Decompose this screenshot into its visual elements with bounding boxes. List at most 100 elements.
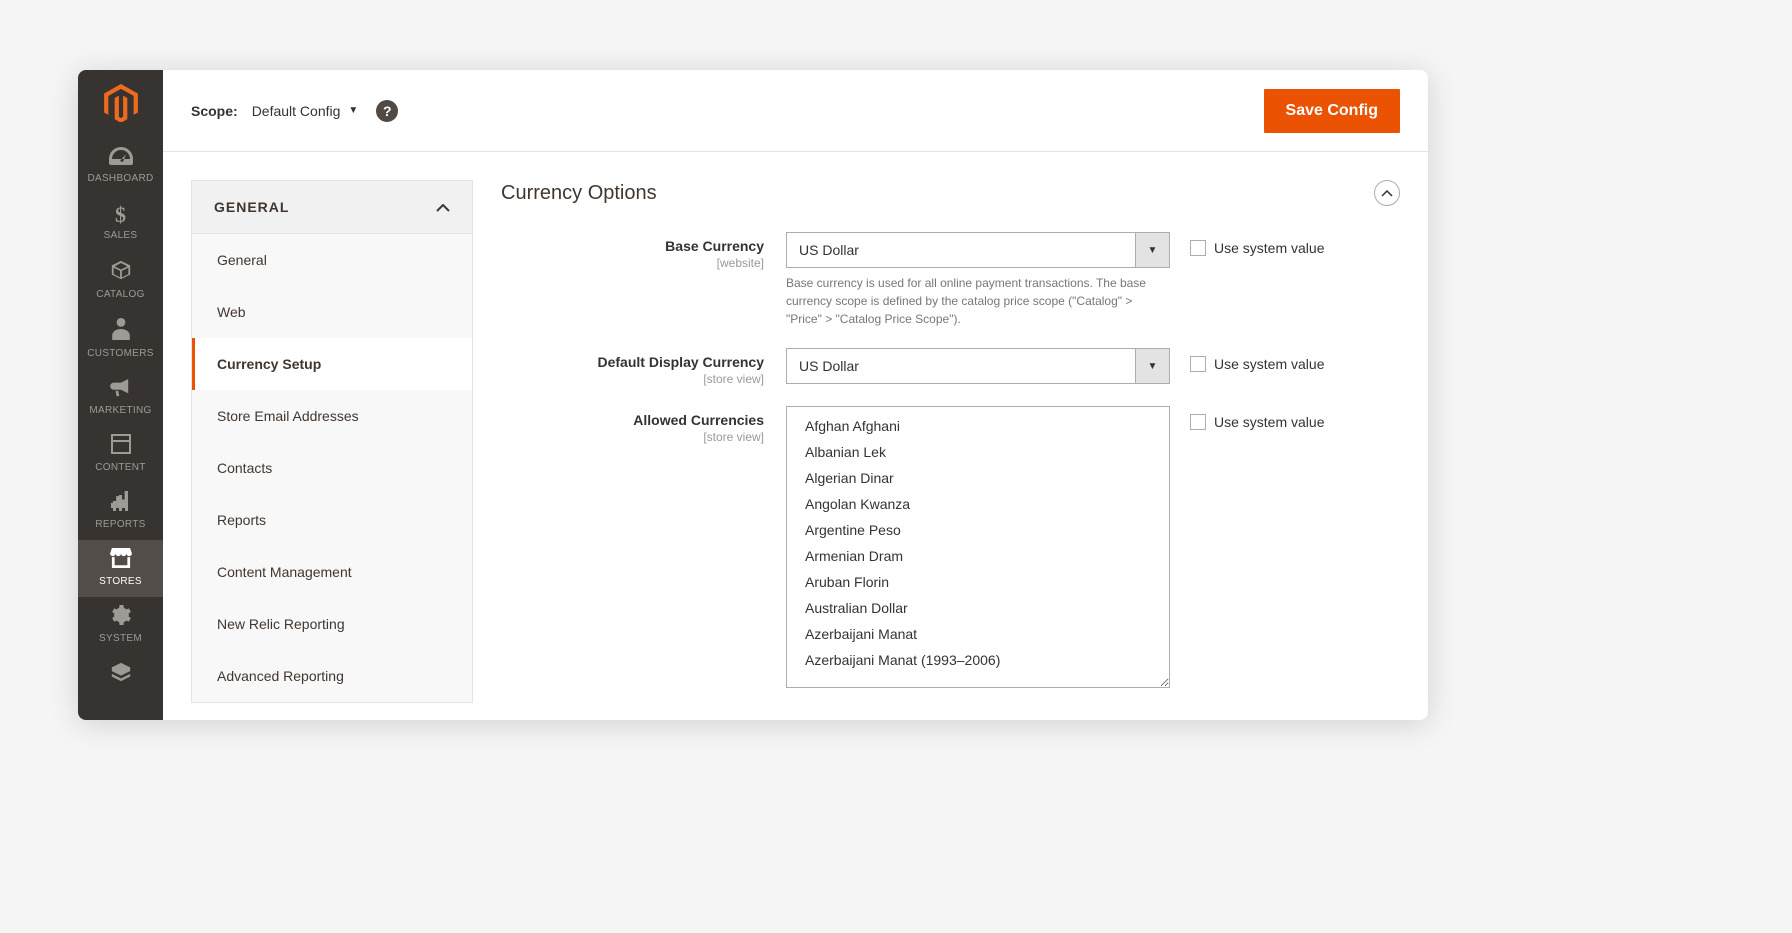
use-system-value-allowed: Use system value bbox=[1190, 406, 1324, 430]
nav-sales[interactable]: $ SALES bbox=[78, 194, 163, 251]
topbar: Scope: Default Config ▼ ? Save Config bbox=[163, 70, 1428, 152]
config-nav: GENERAL GeneralWebCurrency SetupStore Em… bbox=[191, 180, 473, 720]
field-input-col: Afghan AfghaniAlbanian LekAlgerian Dinar… bbox=[786, 406, 1170, 688]
gear-icon bbox=[111, 605, 131, 631]
multiselect-option[interactable]: Azerbaijani Manat (1993–2006) bbox=[787, 647, 1169, 673]
nav-partners[interactable] bbox=[78, 654, 163, 700]
config-item[interactable]: General bbox=[192, 234, 472, 286]
cube-icon bbox=[110, 259, 132, 287]
panel-title: Currency Options bbox=[501, 182, 657, 205]
field-scope: [website] bbox=[501, 256, 764, 270]
checkbox-label: Use system value bbox=[1214, 414, 1324, 430]
dollar-icon: $ bbox=[115, 202, 126, 228]
checkbox[interactable] bbox=[1190, 240, 1206, 256]
config-panel: Currency Options Base Currency [website]… bbox=[501, 180, 1400, 720]
multiselect-option[interactable]: Afghan Afghani bbox=[787, 413, 1169, 439]
base-currency-select[interactable]: US Dollar ▼ bbox=[786, 232, 1170, 268]
collapse-button[interactable] bbox=[1374, 180, 1400, 206]
nav-customers[interactable]: CUSTOMERS bbox=[78, 310, 163, 369]
nav-label: CUSTOMERS bbox=[87, 348, 153, 359]
field-label-col: Base Currency [website] bbox=[501, 232, 786, 270]
config-item[interactable]: Contacts bbox=[192, 442, 472, 494]
field-label-col: Allowed Currencies [store view] bbox=[501, 406, 786, 444]
field-base-currency: Base Currency [website] US Dollar ▼ Base… bbox=[501, 232, 1400, 328]
field-input-col: US Dollar ▼ bbox=[786, 348, 1170, 384]
dashboard-icon bbox=[109, 145, 133, 171]
nav-label: DASHBOARD bbox=[87, 173, 153, 184]
help-icon[interactable]: ? bbox=[376, 100, 398, 122]
nav-label: MARKETING bbox=[89, 405, 151, 416]
field-label: Base Currency bbox=[665, 238, 764, 254]
main-area: Scope: Default Config ▼ ? Save Config GE… bbox=[163, 70, 1428, 720]
config-item[interactable]: New Relic Reporting bbox=[192, 598, 472, 650]
select-value: US Dollar bbox=[787, 349, 1135, 383]
nav-label: SYSTEM bbox=[99, 633, 142, 644]
chevron-up-icon bbox=[1381, 190, 1393, 197]
megaphone-icon bbox=[110, 377, 132, 403]
field-label: Default Display Currency bbox=[598, 354, 765, 370]
field-allowed-currencies: Allowed Currencies [store view] Afghan A… bbox=[501, 406, 1400, 688]
checkbox-label: Use system value bbox=[1214, 240, 1324, 256]
scope-dropdown[interactable]: Default Config ▼ bbox=[252, 103, 359, 119]
field-scope: [store view] bbox=[501, 430, 764, 444]
checkbox-label: Use system value bbox=[1214, 356, 1324, 372]
config-item[interactable]: Currency Setup bbox=[192, 338, 472, 390]
config-item[interactable]: Reports bbox=[192, 494, 472, 546]
nav-label: SALES bbox=[104, 230, 138, 241]
multiselect-option[interactable]: Azerbaijani Manat bbox=[787, 621, 1169, 647]
panel-header: Currency Options bbox=[501, 180, 1400, 206]
magento-logo[interactable] bbox=[102, 70, 140, 137]
checkbox[interactable] bbox=[1190, 356, 1206, 372]
main-nav: DASHBOARD $ SALES CATALOG CUSTOMERS MARK… bbox=[78, 70, 163, 720]
multiselect-option[interactable]: Algerian Dinar bbox=[787, 465, 1169, 491]
caret-down-icon: ▼ bbox=[348, 105, 358, 116]
nav-reports[interactable]: REPORTS bbox=[78, 483, 163, 540]
multiselect-option[interactable]: Australian Dollar bbox=[787, 595, 1169, 621]
config-items: GeneralWebCurrency SetupStore Email Addr… bbox=[191, 234, 473, 703]
nav-marketing[interactable]: MARKETING bbox=[78, 369, 163, 426]
nav-label: CONTENT bbox=[95, 462, 145, 473]
nav-label: CATALOG bbox=[96, 289, 144, 300]
partners-icon bbox=[110, 662, 132, 688]
select-value: US Dollar bbox=[787, 233, 1135, 267]
layout-icon bbox=[111, 434, 131, 460]
config-item[interactable]: Store Email Addresses bbox=[192, 390, 472, 442]
caret-down-icon: ▼ bbox=[1135, 233, 1169, 267]
default-display-currency-select[interactable]: US Dollar ▼ bbox=[786, 348, 1170, 384]
field-default-display-currency: Default Display Currency [store view] US… bbox=[501, 348, 1400, 386]
multiselect-option[interactable]: Armenian Dram bbox=[787, 543, 1169, 569]
field-label: Allowed Currencies bbox=[633, 412, 764, 428]
multiselect-option[interactable]: Angolan Kwanza bbox=[787, 491, 1169, 517]
nav-label: REPORTS bbox=[95, 519, 145, 530]
multiselect-option[interactable]: Argentine Peso bbox=[787, 517, 1169, 543]
nav-label: STORES bbox=[99, 576, 142, 587]
field-label-col: Default Display Currency [store view] bbox=[501, 348, 786, 386]
caret-down-icon: ▼ bbox=[1135, 349, 1169, 383]
config-item[interactable]: Web bbox=[192, 286, 472, 338]
multiselect-option[interactable]: Albanian Lek bbox=[787, 439, 1169, 465]
nav-content[interactable]: CONTENT bbox=[78, 426, 163, 483]
nav-catalog[interactable]: CATALOG bbox=[78, 251, 163, 310]
admin-window: DASHBOARD $ SALES CATALOG CUSTOMERS MARK… bbox=[78, 70, 1428, 720]
store-icon bbox=[110, 548, 132, 574]
bar-chart-icon bbox=[111, 491, 131, 517]
config-item[interactable]: Content Management bbox=[192, 546, 472, 598]
checkbox[interactable] bbox=[1190, 414, 1206, 430]
nav-dashboard[interactable]: DASHBOARD bbox=[78, 137, 163, 194]
multiselect-option[interactable]: Aruban Florin bbox=[787, 569, 1169, 595]
field-scope: [store view] bbox=[501, 372, 764, 386]
allowed-currencies-multiselect[interactable]: Afghan AfghaniAlbanian LekAlgerian Dinar… bbox=[786, 406, 1170, 688]
use-system-value-display: Use system value bbox=[1190, 348, 1324, 372]
config-group-general[interactable]: GENERAL bbox=[191, 180, 473, 234]
config-group-label: GENERAL bbox=[214, 199, 289, 215]
content-row: GENERAL GeneralWebCurrency SetupStore Em… bbox=[163, 152, 1428, 720]
nav-stores[interactable]: STORES bbox=[78, 540, 163, 597]
save-config-button[interactable]: Save Config bbox=[1264, 89, 1400, 133]
person-icon bbox=[112, 318, 130, 346]
chevron-up-icon bbox=[436, 199, 450, 215]
scope-value: Default Config bbox=[252, 103, 341, 119]
nav-system[interactable]: SYSTEM bbox=[78, 597, 163, 654]
config-item[interactable]: Advanced Reporting bbox=[192, 650, 472, 702]
magento-logo-icon bbox=[102, 84, 140, 122]
scope-label: Scope: bbox=[191, 103, 238, 119]
